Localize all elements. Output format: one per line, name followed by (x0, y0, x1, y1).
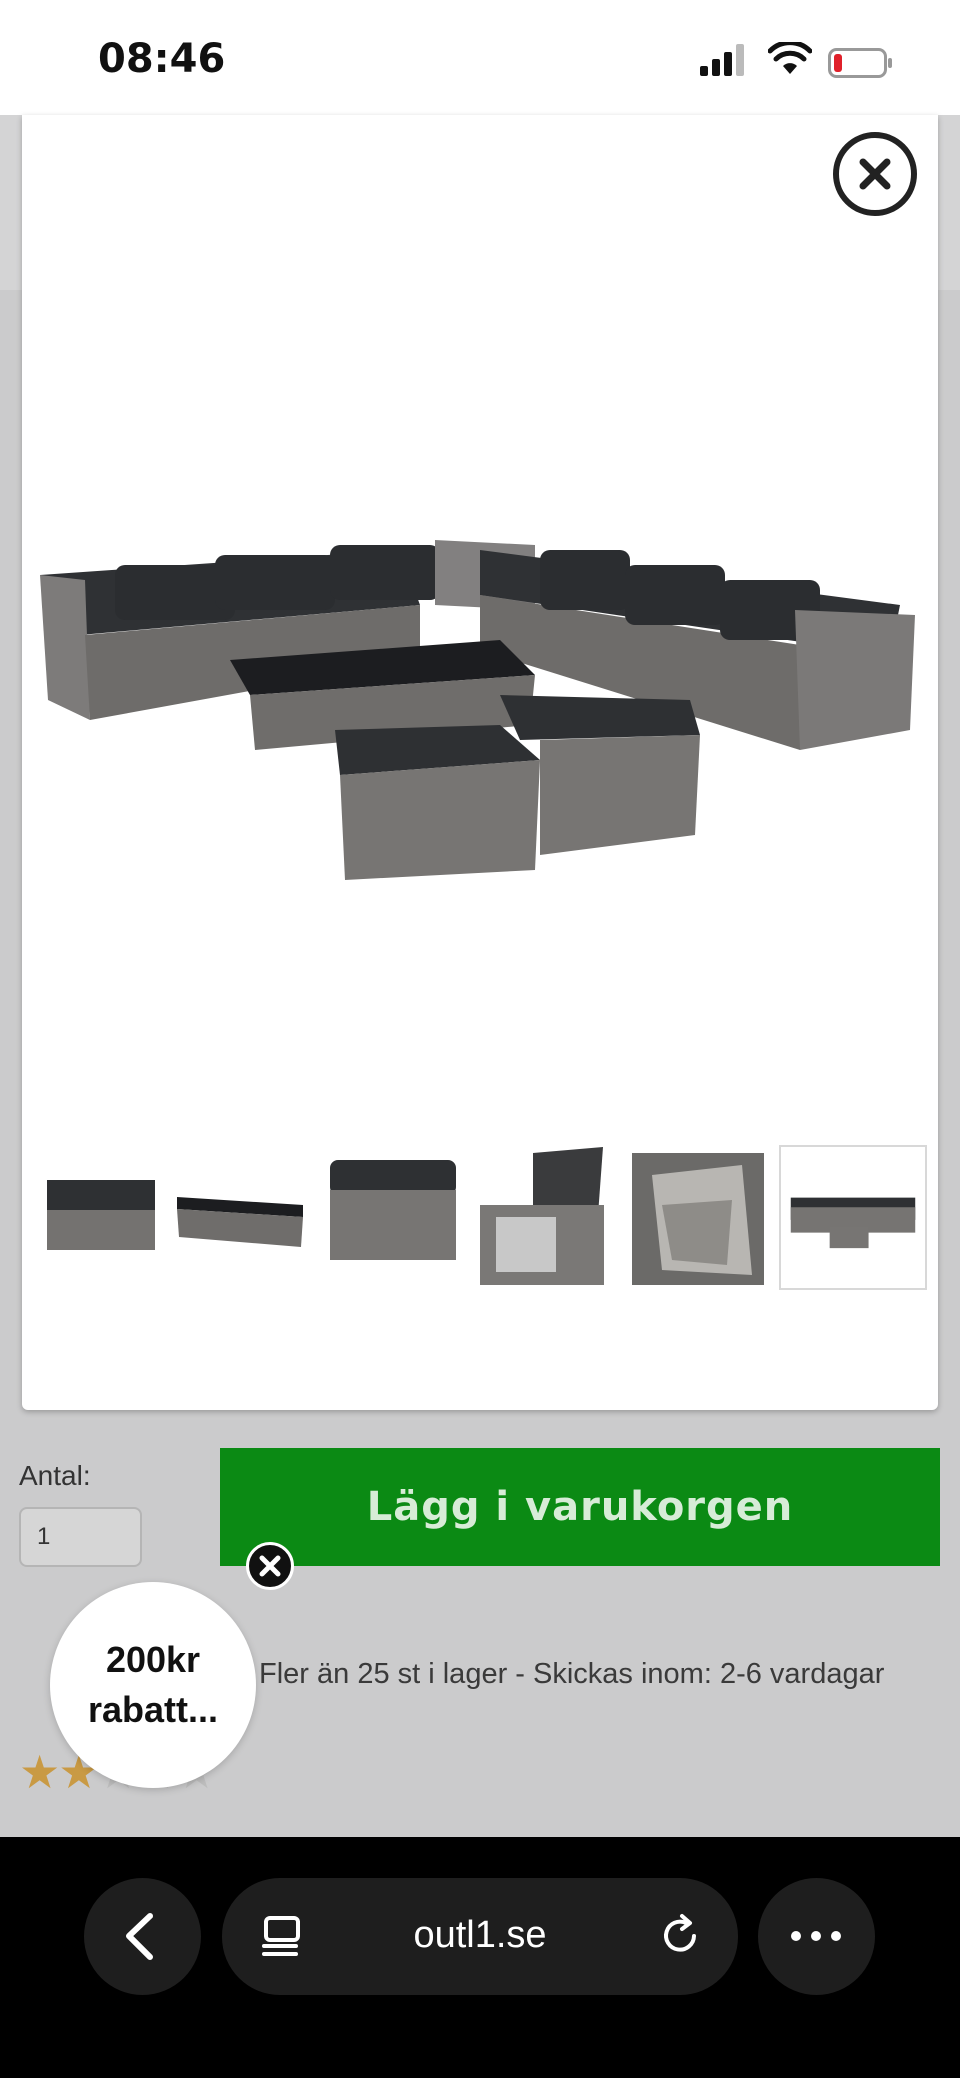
thumbnail[interactable] (175, 1145, 307, 1290)
promo-close-button[interactable] (246, 1542, 294, 1590)
discount-promo-bubble[interactable]: 200kr rabatt... (50, 1582, 256, 1788)
close-modal-button[interactable] (833, 132, 917, 216)
signal-icon (700, 44, 744, 76)
quantity-label: Antal: (19, 1460, 91, 1491)
address-bar[interactable]: outl1.se (222, 1878, 738, 1995)
chevron-left-icon (126, 1913, 153, 1960)
add-to-cart-button[interactable]: Lägg i varukorgen (220, 1448, 940, 1566)
status-bar: 08:46 (0, 0, 960, 115)
more-options-button[interactable] (758, 1878, 875, 1995)
promo-line-2: rabatt... (87, 1689, 219, 1730)
thumbnail[interactable] (478, 1145, 606, 1290)
promo-line-1: 200kr (105, 1639, 201, 1680)
product-main-image[interactable] (40, 520, 920, 940)
back-button[interactable] (84, 1878, 201, 1995)
thumbnail[interactable] (47, 1145, 155, 1290)
stock-status: Fler än 25 st i lager - Skickas inom: 2-… (259, 1658, 885, 1690)
more-icon (791, 1931, 841, 1941)
quantity-input[interactable] (19, 1507, 142, 1567)
wifi-icon (768, 42, 812, 74)
thumbnail-strip (40, 1145, 930, 1290)
thumbnail[interactable] (328, 1145, 458, 1290)
close-icon (859, 158, 891, 190)
thumbnail[interactable] (779, 1145, 927, 1290)
thumbnail[interactable] (632, 1145, 764, 1290)
reload-icon[interactable] (652, 1906, 712, 1966)
star-icon: ★ (19, 1745, 60, 1799)
battery-icon (828, 48, 892, 78)
status-time: 08:46 (98, 36, 226, 82)
close-icon (259, 1555, 281, 1577)
